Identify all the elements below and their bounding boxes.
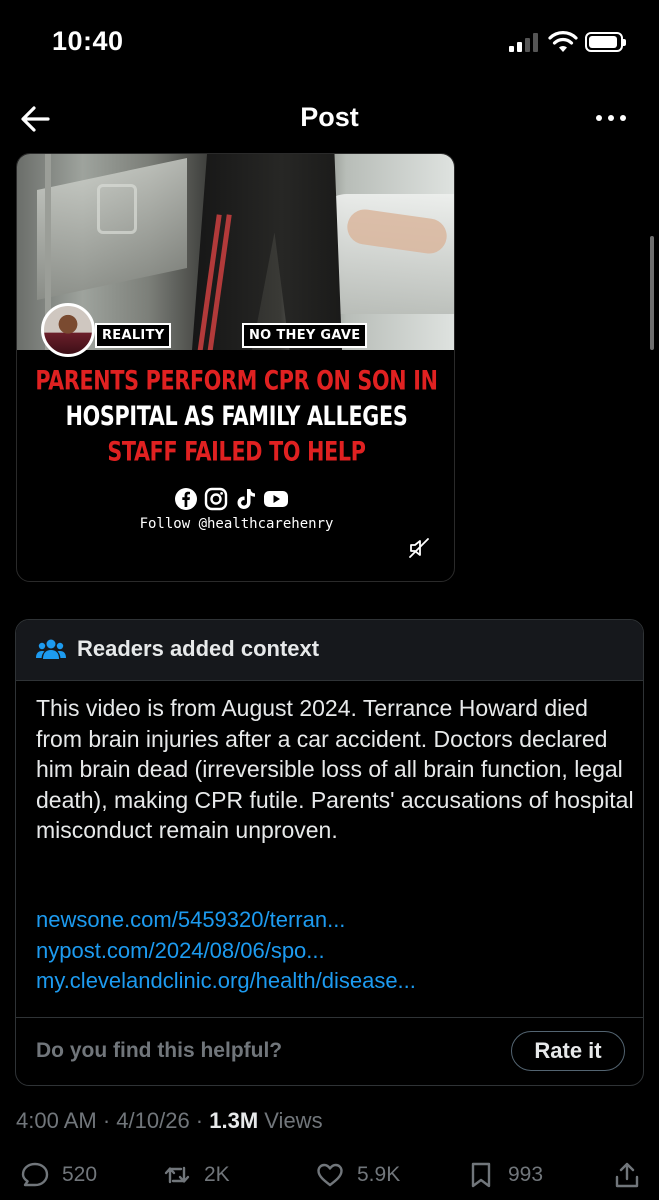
post-header: Post <box>0 92 659 144</box>
more-icon[interactable] <box>592 104 632 132</box>
headline-line-2: HOSPITAL AS FAMILY ALLEGES <box>65 401 408 432</box>
bookmark-icon <box>471 1162 491 1188</box>
people-icon <box>36 639 66 659</box>
reply-icon <box>21 1162 49 1187</box>
source-link-nypost[interactable]: nypost.com/2024/08/06/spo... <box>36 936 636 967</box>
repost-count: 2K <box>204 1163 230 1186</box>
social-icons <box>173 486 289 512</box>
cellular-signal-icon <box>509 32 541 52</box>
instagram-icon <box>203 486 229 512</box>
community-note-card: Readers added context This video is from… <box>15 619 644 1086</box>
video-media[interactable]: REALITY NO THEY GAVE PARENTS PERFORM CPR… <box>16 153 455 582</box>
tiktok-icon <box>233 486 259 512</box>
source-link-newsone[interactable]: newsone.com/5459320/terran... <box>36 905 636 936</box>
meta-separator: · <box>189 1108 210 1133</box>
like-button[interactable]: 5.9K <box>315 1160 400 1190</box>
status-bar: 10:40 <box>0 0 659 80</box>
rate-it-button[interactable]: Rate it <box>511 1031 625 1071</box>
youtube-icon <box>263 486 289 512</box>
helpful-question: Do you find this helpful? <box>36 1039 283 1062</box>
scrollbar[interactable] <box>650 236 654 350</box>
like-icon <box>317 1163 343 1187</box>
post-meta: 4:00 AM · 4/10/26 · 1.3M Views <box>16 1108 323 1134</box>
meta-separator: · <box>96 1108 117 1133</box>
reply-button[interactable]: 520 <box>20 1160 97 1190</box>
status-time: 10:40 <box>52 26 124 56</box>
community-note-header: Readers added context <box>16 620 643 681</box>
facebook-icon <box>173 486 199 512</box>
reply-count: 520 <box>62 1163 98 1186</box>
creator-avatar <box>41 303 95 357</box>
views-label: Views <box>258 1108 323 1133</box>
follow-handle-text: Follow @healthcarehenry <box>139 516 334 532</box>
video-headline: PARENTS PERFORM CPR ON SON IN HOSPITAL A… <box>17 364 454 471</box>
repost-icon <box>164 1166 190 1184</box>
headline-line-1: PARENTS PERFORM CPR ON SON IN <box>35 366 438 397</box>
caption-chip-reality: REALITY <box>95 323 172 348</box>
battery-icon <box>585 32 626 52</box>
muted-speaker-icon[interactable] <box>407 536 431 560</box>
community-note-links: newsone.com/5459320/terran... nypost.com… <box>36 905 636 997</box>
bookmark-button[interactable]: 993 <box>466 1160 543 1190</box>
headline-line-3: STAFF FAILED TO HELP <box>107 437 366 468</box>
action-bar: 520 2K 5.9K 993 <box>0 1158 659 1200</box>
post-date: 4/10/26 <box>116 1108 190 1133</box>
share-icon <box>615 1162 639 1188</box>
source-link-clevelandclinic[interactable]: my.clevelandclinic.org/health/disease... <box>36 966 636 997</box>
helpful-row: Do you find this helpful? Rate it <box>16 1017 643 1085</box>
caption-chip-no-they-gave: NO THEY GAVE <box>242 323 368 348</box>
post-time: 4:00 AM <box>16 1108 97 1133</box>
repost-button[interactable]: 2K <box>162 1160 230 1190</box>
community-note-text: This video is from August 2024. Terrance… <box>36 695 634 843</box>
page-title: Post <box>300 102 359 132</box>
like-count: 5.9K <box>357 1163 401 1186</box>
bookmark-count: 993 <box>508 1163 544 1186</box>
views-count[interactable]: 1.3M <box>209 1108 258 1133</box>
wifi-icon <box>548 31 578 52</box>
share-button[interactable] <box>612 1160 642 1190</box>
community-note-title: Readers added context <box>77 636 320 661</box>
